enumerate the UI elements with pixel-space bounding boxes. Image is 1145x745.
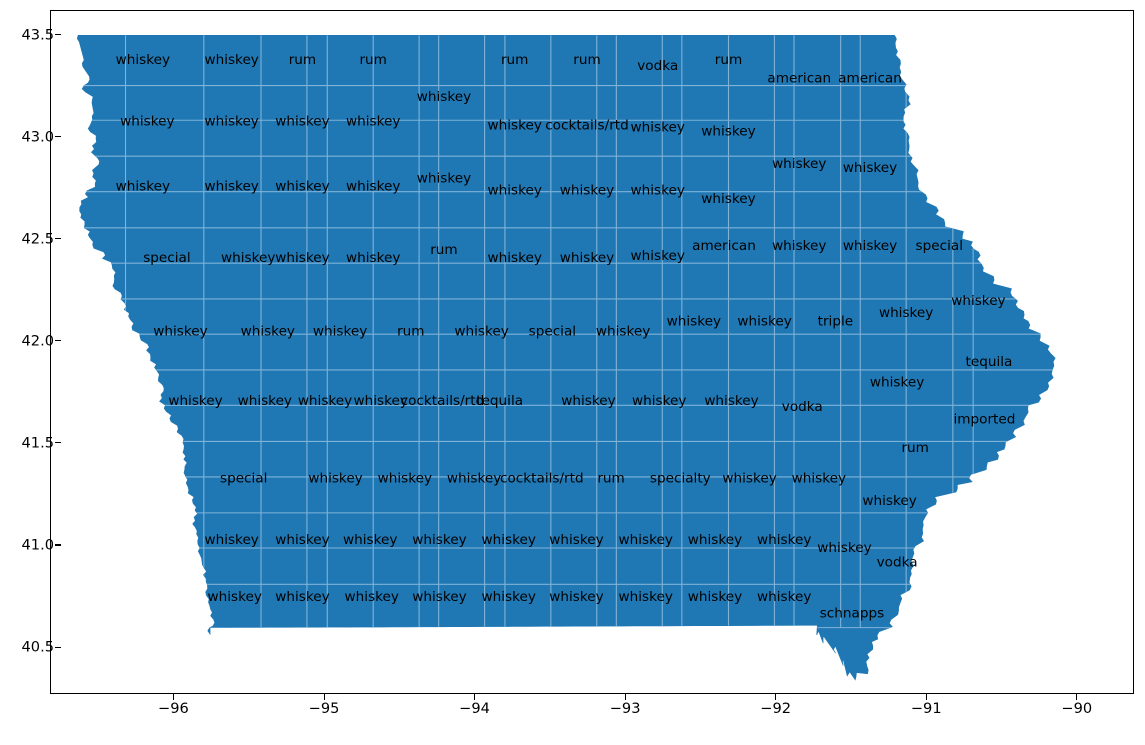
x-tick-mark [323, 694, 325, 700]
x-tick-mark [775, 694, 777, 700]
x-tick-mark [1076, 694, 1078, 700]
y-tick-mark [55, 34, 61, 36]
x-tick-label: −92 [760, 700, 792, 717]
y-tick-label: 41.0 [21, 536, 55, 554]
x-tick-label: −94 [459, 700, 490, 717]
y-tick-mark [55, 544, 61, 546]
y-tick-mark [55, 238, 61, 240]
y-tick-label: 40.5 [21, 638, 55, 656]
y-tick-mark [55, 136, 61, 138]
y-tick-mark [55, 646, 61, 648]
y-tick-mark [55, 442, 61, 444]
x-tick-mark [925, 694, 927, 700]
x-tick-mark [624, 694, 626, 700]
y-tick-mark [55, 340, 61, 342]
y-tick-label: 43.5 [21, 26, 55, 43]
x-tick-mark [172, 694, 175, 700]
matplotlib-figure: whiskey whiskey rum rum whiskey rum rum vodka ru… [0, 0, 1145, 745]
x-tick-label: −96 [158, 700, 189, 717]
y-tick-label: 43.0 [21, 128, 55, 146]
axis-ticks: 40.5 41.0 41.5 42.0 42.5 43.0 43.5 −96 −95 −94 −9… [0, 0, 1145, 745]
x-tick-label: −95 [308, 700, 340, 717]
y-tick-label: 41.5 [21, 434, 55, 452]
y-tick-label: 42.5 [21, 230, 55, 248]
x-tick-label: −90 [1061, 700, 1093, 717]
x-tick-mark [474, 694, 476, 700]
x-tick-label: −91 [910, 700, 942, 717]
y-tick-label: 42.0 [21, 332, 55, 350]
x-tick-label: −93 [609, 700, 641, 717]
